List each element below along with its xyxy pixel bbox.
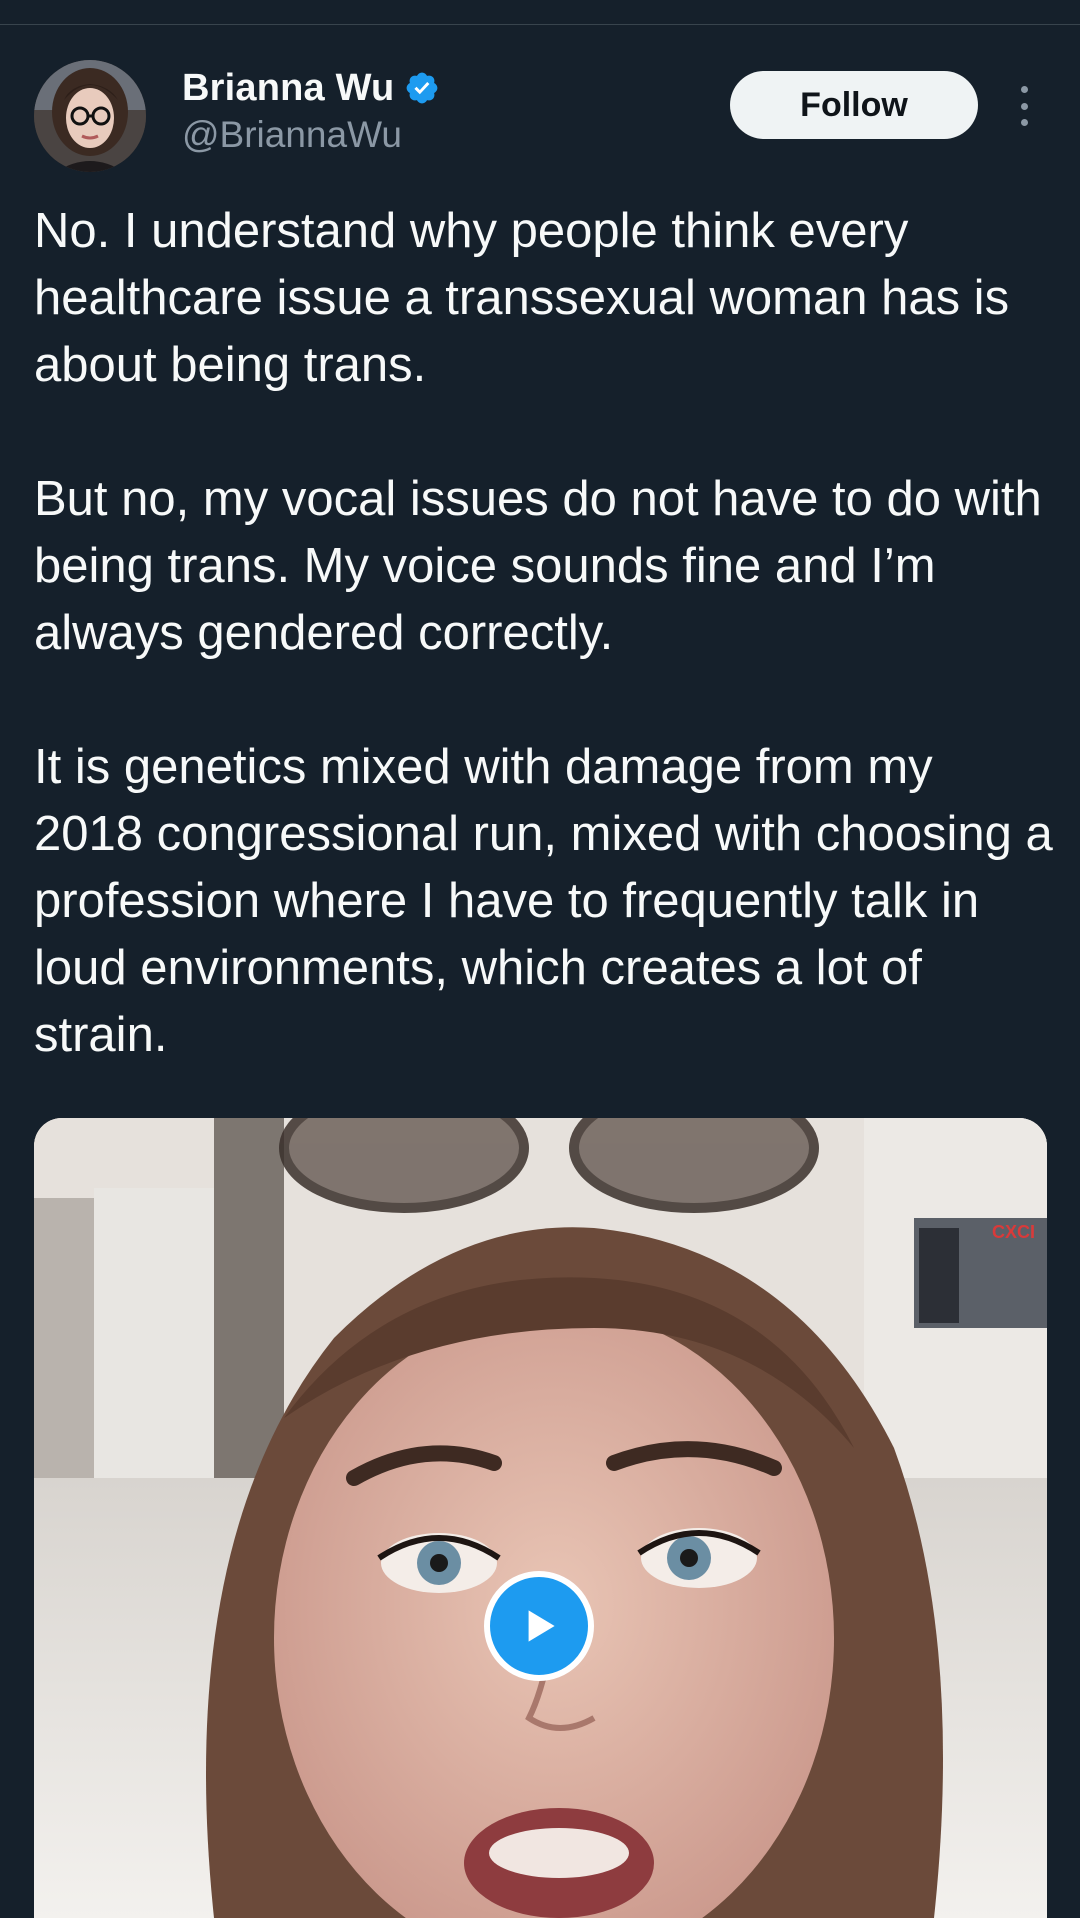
follow-button[interactable]: Follow bbox=[730, 71, 978, 139]
video-frame: CXCI bbox=[34, 1118, 1047, 1918]
play-icon[interactable] bbox=[484, 1571, 594, 1681]
video-thumbnail[interactable]: CXCI bbox=[34, 1118, 1047, 1918]
more-options-icon[interactable] bbox=[1008, 80, 1040, 132]
avatar-image bbox=[34, 60, 146, 172]
background-sign-text: CXCI bbox=[992, 1222, 1035, 1242]
author-info: Brianna Wu @BriannaWu bbox=[182, 64, 440, 156]
tweet-text: No. I understand why people think every … bbox=[34, 198, 1054, 1136]
verified-badge-icon[interactable] bbox=[404, 70, 440, 106]
tweet-paragraph: It is genetics mixed with damage from my… bbox=[34, 740, 1053, 1062]
handle[interactable]: @BriannaWu bbox=[182, 114, 440, 156]
avatar[interactable] bbox=[34, 60, 146, 172]
tweet-paragraph: But no, my vocal issues do not have to d… bbox=[34, 472, 1042, 660]
tweet-paragraph: No. I understand why people think every … bbox=[34, 204, 1010, 392]
display-name[interactable]: Brianna Wu bbox=[182, 67, 394, 110]
tweet-header: Brianna Wu @BriannaWu Follow bbox=[0, 58, 1080, 178]
top-divider bbox=[0, 24, 1080, 25]
